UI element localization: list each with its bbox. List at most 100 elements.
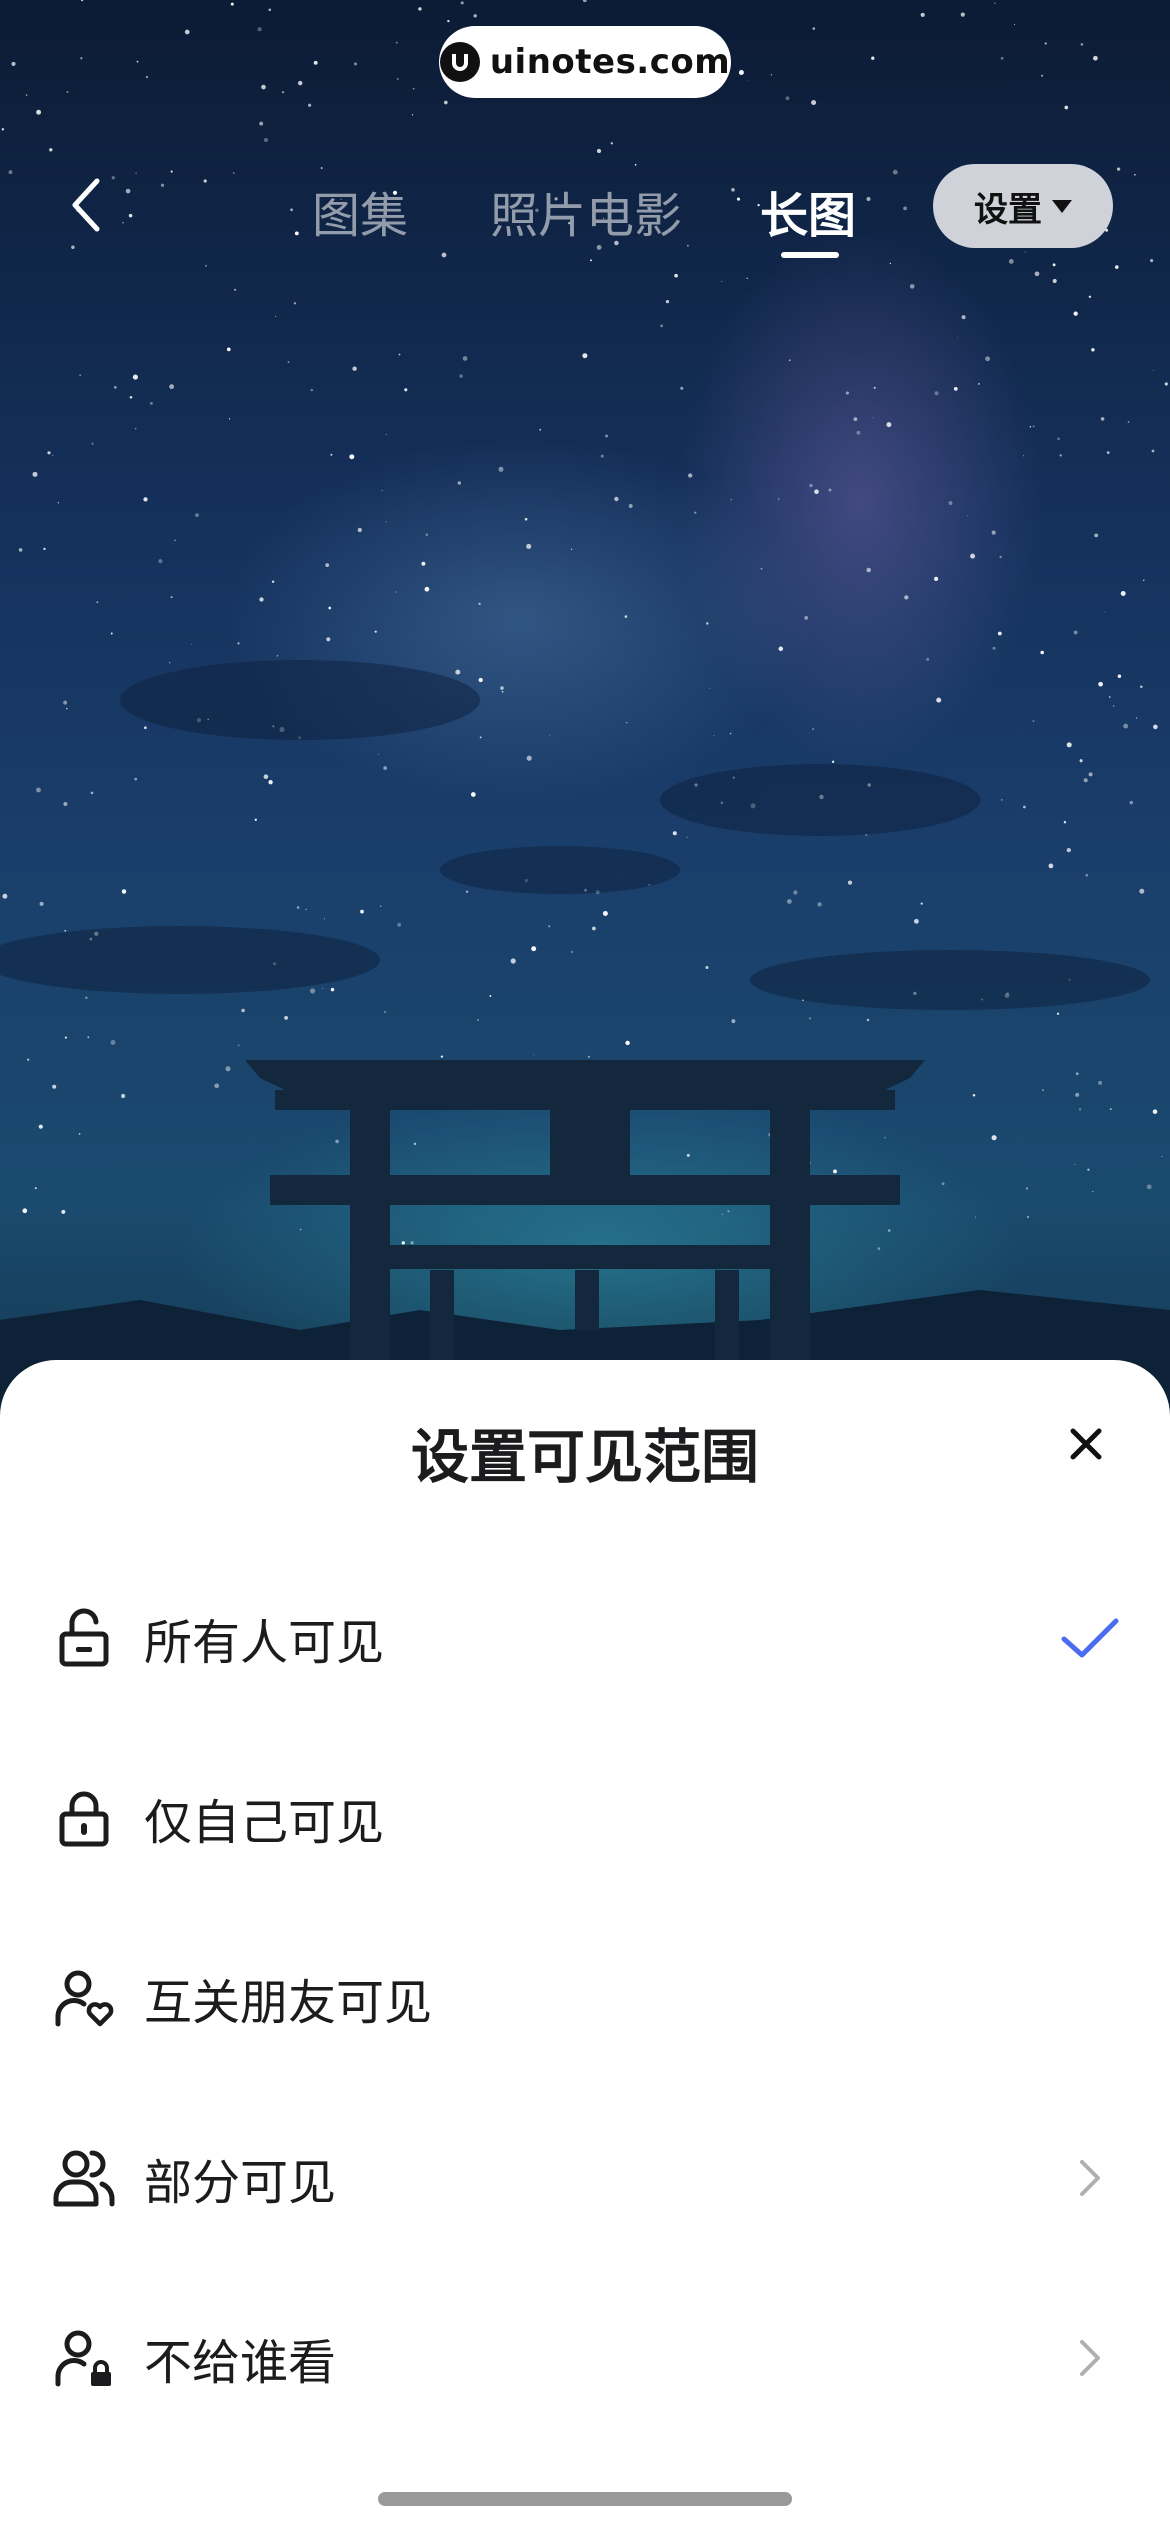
star [425, 533, 429, 537]
star [526, 755, 532, 761]
star [510, 958, 516, 964]
star [276, 655, 279, 657]
star [1113, 705, 1115, 707]
star [125, 188, 131, 194]
star [498, 466, 504, 472]
star [1091, 348, 1095, 352]
star [624, 615, 628, 618]
star [866, 197, 871, 201]
star [1064, 105, 1069, 110]
star [113, 386, 117, 389]
star [335, 1139, 339, 1144]
star [110, 632, 113, 635]
settings-dropdown-button[interactable]: 设置 [933, 164, 1113, 248]
star [71, 245, 75, 249]
star [135, 428, 137, 430]
star [1117, 674, 1122, 678]
star [596, 148, 602, 154]
star [11, 61, 16, 66]
star [328, 606, 332, 610]
star [531, 946, 537, 952]
star [1075, 1092, 1080, 1097]
star [549, 734, 551, 736]
star [478, 677, 483, 683]
star [143, 497, 148, 502]
star [150, 402, 153, 405]
star [1000, 799, 1003, 801]
star [170, 170, 173, 173]
star [967, 515, 969, 517]
star [287, 361, 290, 364]
star [174, 539, 177, 542]
star [460, 1, 464, 5]
star [1094, 533, 1099, 538]
star [110, 1040, 116, 1045]
star [730, 498, 733, 501]
star [395, 41, 398, 44]
star [994, 2, 996, 4]
star [582, 353, 588, 359]
star [1152, 370, 1154, 371]
star [1029, 426, 1032, 428]
star [871, 56, 875, 60]
tab-album[interactable]: 图集 [312, 176, 408, 246]
star [1048, 863, 1054, 869]
option-mutual-friends[interactable]: 互关朋友可见 [0, 1923, 1170, 2073]
option-only-me[interactable]: 仅自己可见 [0, 1743, 1170, 1893]
star [330, 453, 333, 456]
star [866, 1018, 870, 1022]
star [1056, 1012, 1060, 1015]
option-hide-from[interactable]: 不给谁看 [0, 2283, 1170, 2433]
star [887, 1229, 891, 1232]
star [686, 836, 688, 838]
star [1, 128, 5, 131]
star [1153, 724, 1158, 730]
star [501, 690, 504, 693]
star [571, 548, 573, 550]
tab-long-image[interactable]: 长图 [760, 176, 856, 246]
star [160, 183, 165, 187]
star [992, 646, 996, 650]
tab-photo-movie[interactable]: 照片电影 [490, 176, 682, 246]
active-tab-indicator [781, 252, 839, 258]
star [785, 96, 790, 101]
star [1135, 717, 1138, 719]
star [87, 1036, 90, 1039]
star [920, 12, 925, 17]
star [49, 148, 53, 152]
star [478, 602, 481, 605]
star [36, 109, 42, 115]
star [847, 880, 853, 885]
star [778, 498, 780, 500]
caret-down-icon [1052, 199, 1072, 213]
star [1063, 821, 1067, 824]
star [121, 889, 127, 894]
star [548, 925, 551, 928]
option-partial[interactable]: 部分可见 [0, 2103, 1170, 2253]
star [746, 277, 748, 279]
star [713, 735, 715, 737]
star [129, 395, 133, 399]
close-button[interactable] [1056, 1414, 1116, 1474]
option-label: 所有人可见 [144, 1615, 385, 1671]
star [184, 29, 190, 35]
back-button[interactable] [52, 170, 122, 240]
star [257, 27, 262, 32]
user-heart-icon [55, 1970, 114, 2027]
star [225, 1066, 231, 1072]
users-icon [53, 2150, 115, 2207]
star [313, 60, 318, 65]
star [1074, 1163, 1076, 1165]
star [320, 167, 323, 169]
star [1066, 742, 1072, 748]
star [79, 374, 81, 377]
option-everyone[interactable]: 所有人可见 [0, 1563, 1170, 1713]
star [398, 353, 401, 356]
star [1023, 455, 1025, 457]
close-icon [1070, 1428, 1102, 1460]
star [866, 567, 871, 573]
star [960, 12, 965, 17]
star [307, 103, 312, 107]
star [1152, 1109, 1158, 1114]
chevron-left-icon [72, 178, 100, 232]
